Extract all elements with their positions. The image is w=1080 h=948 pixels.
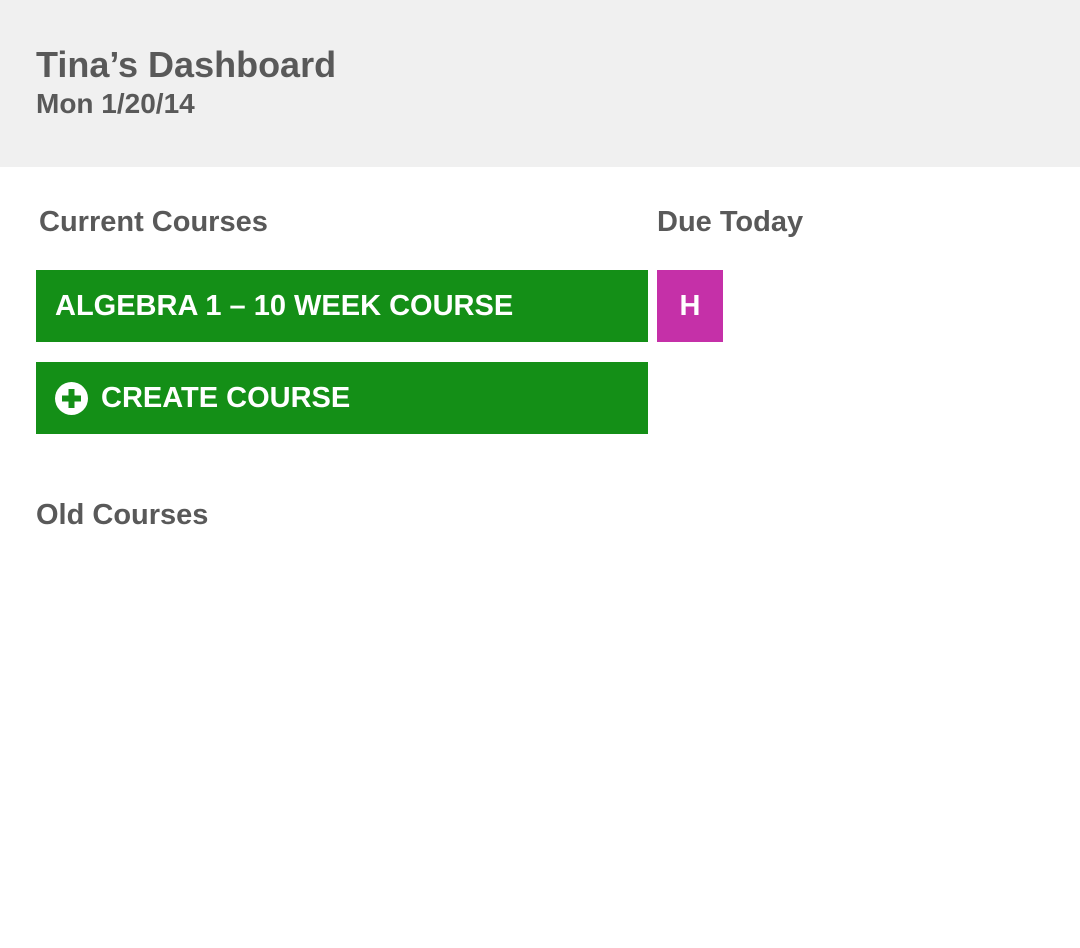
dashboard-header: Tina’s Dashboard Mon 1/20/14 (0, 0, 1080, 167)
course-label: ALGEBRA 1 – 10 WEEK COURSE (55, 289, 514, 322)
old-courses-heading: Old Courses (36, 499, 209, 531)
course-button-algebra-1[interactable]: ALGEBRA 1 – 10 WEEK COURSE (36, 270, 648, 342)
current-courses-heading: Current Courses (39, 206, 268, 238)
due-item-badge[interactable]: H (657, 270, 723, 342)
due-today-heading: Due Today (657, 206, 804, 238)
page-title: Tina’s Dashboard (36, 44, 337, 85)
due-item-label: H (679, 289, 701, 322)
create-course-label: CREATE COURSE (101, 381, 351, 414)
plus-circle-icon (55, 381, 88, 415)
create-course-button[interactable]: CREATE COURSE (36, 362, 648, 434)
current-date: Mon 1/20/14 (36, 88, 195, 119)
